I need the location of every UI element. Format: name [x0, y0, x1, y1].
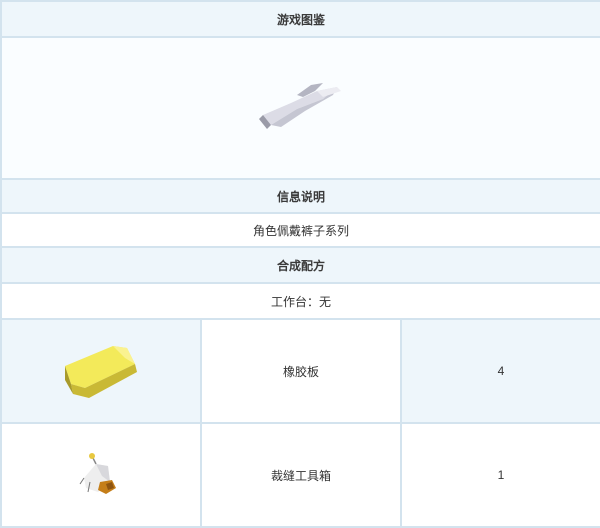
gallery-image-cell: [0, 36, 600, 180]
recipe-row: 橡胶板 4: [0, 318, 600, 424]
info-text: 角色佩戴裤子系列: [252, 223, 349, 238]
recipe-name-cell: 裁缝工具箱: [200, 422, 402, 528]
recipe-header: 合成配方: [0, 246, 600, 284]
recipe-row: 裁缝工具箱 1: [0, 422, 600, 528]
recipe-title: 合成配方: [276, 258, 325, 273]
recipe-qty: 4: [497, 364, 505, 378]
recipe-name-cell: 橡胶板: [200, 318, 402, 424]
recipe-qty-cell: 4: [400, 318, 600, 424]
workbench-cell: 工作台：无: [0, 282, 600, 320]
recipe-name: 橡胶板: [282, 364, 319, 379]
recipe-name: 裁缝工具箱: [270, 468, 331, 483]
recipe-image-cell: [0, 318, 202, 424]
workbench-text: 工作台：无: [270, 294, 331, 309]
recipe-qty: 1: [497, 468, 505, 482]
pants-item-icon: [253, 77, 349, 137]
gallery-header: 游戏图鉴: [0, 0, 600, 38]
recipe-image-cell: [0, 422, 202, 528]
recipe-qty-cell: 1: [400, 422, 600, 528]
gallery-title: 游戏图鉴: [276, 12, 325, 27]
info-header: 信息说明: [0, 178, 600, 214]
rubber-board-icon: [61, 340, 141, 400]
info-text-cell: 角色佩戴裤子系列: [0, 212, 600, 248]
info-title: 信息说明: [276, 189, 325, 204]
tailoring-toolbox-icon: [76, 452, 126, 496]
item-info-table: 游戏图鉴 信息说明 角色佩戴裤子系列 合成配方 工作台：无 橡胶板 4 裁缝工具…: [0, 0, 600, 528]
